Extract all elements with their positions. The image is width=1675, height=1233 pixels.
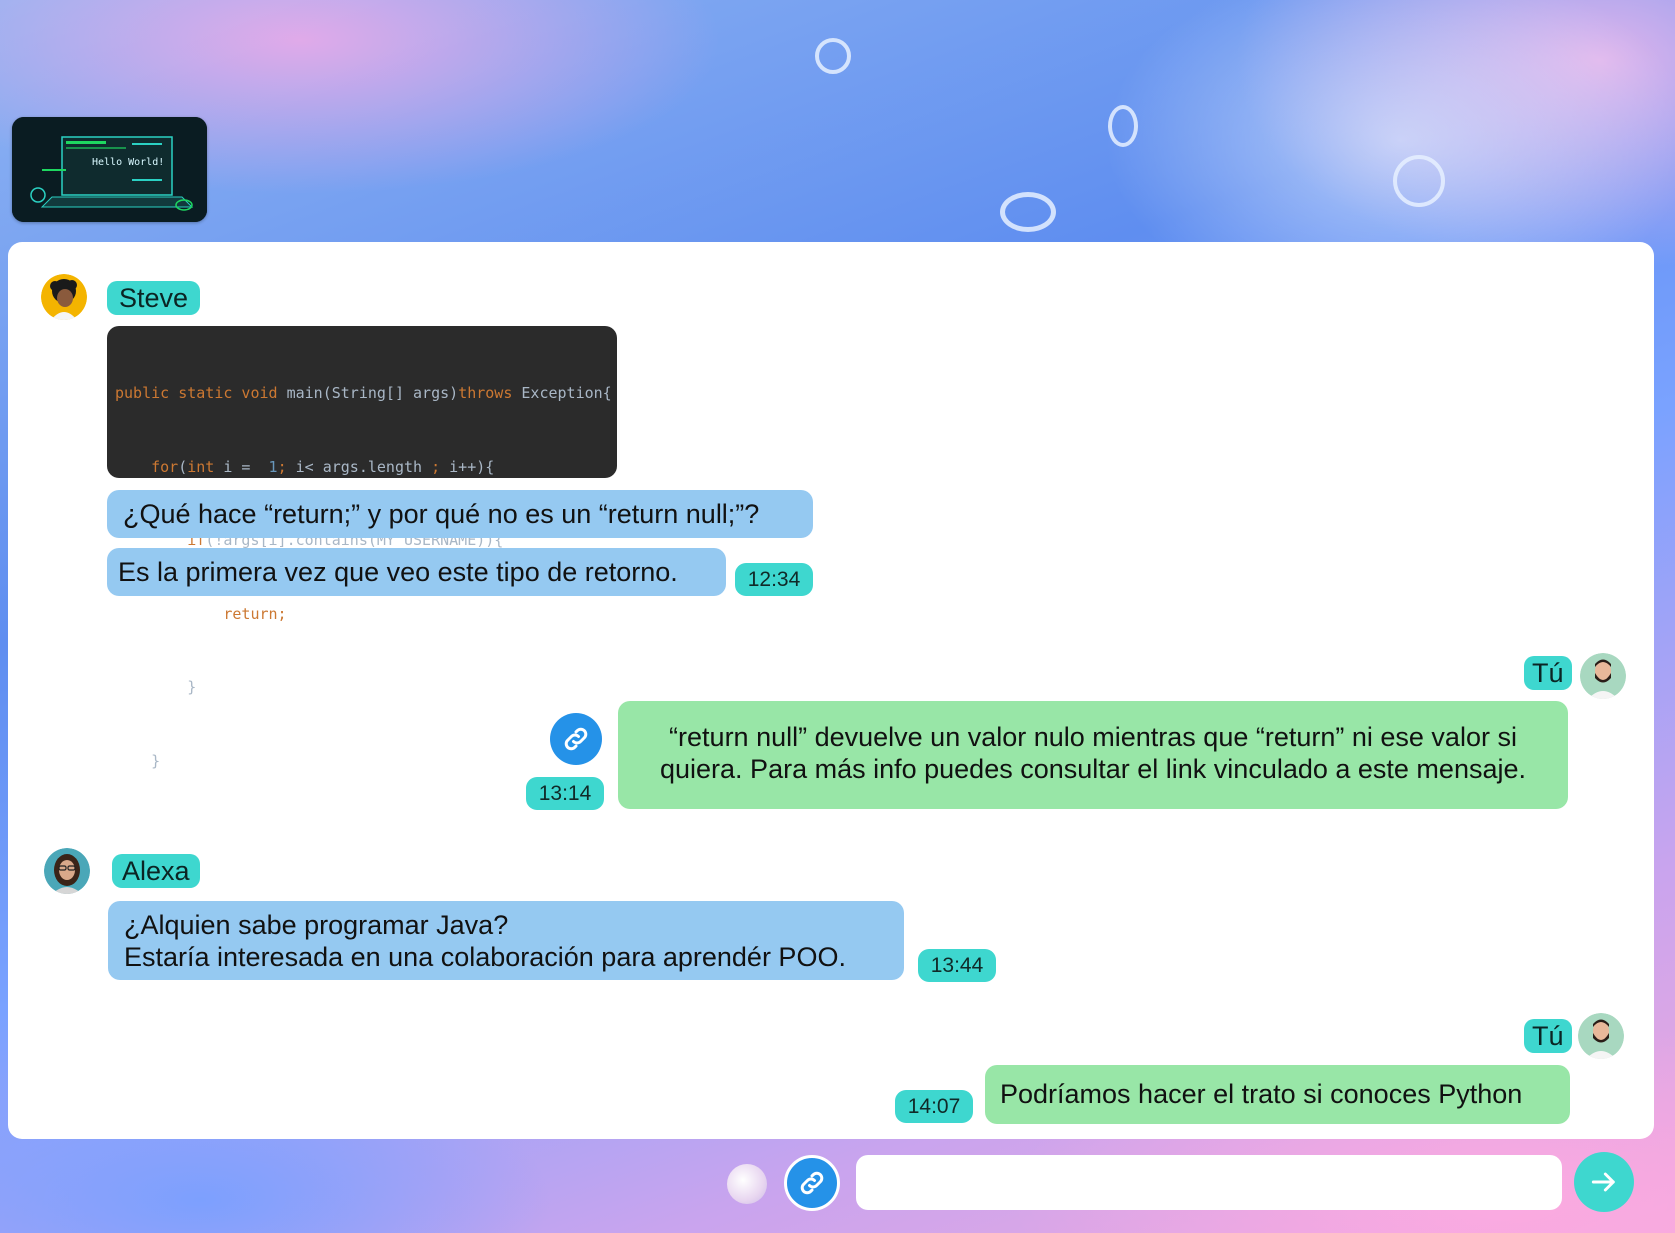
code-line-4: return;	[223, 604, 287, 623]
message-text: ¿Qué hace “return;” y por qué no es un “…	[123, 499, 760, 529]
svg-text:Hello World!: Hello World!	[92, 157, 164, 168]
message-bubble-me-2[interactable]: Podríamos hacer el trato si conoces Pyth…	[985, 1065, 1570, 1124]
alexa-avatar[interactable]	[44, 848, 90, 894]
background-bubble	[1108, 105, 1138, 147]
code-line-2: for(int i = 1; i< args.length ; i++){	[151, 457, 495, 476]
message-text-line-2: quiera. Para más info puedes consultar e…	[660, 754, 1526, 784]
sender-name-steve: Steve	[107, 281, 201, 315]
link-icon	[800, 1171, 824, 1195]
code-line-5: }	[115, 678, 197, 696]
chat-thumbnail[interactable]: Hello World!	[12, 117, 207, 222]
message-bubble-steve-2[interactable]: Es la primera vez que veo este tipo de r…	[107, 548, 726, 596]
timestamp: 13:44	[918, 949, 996, 982]
my-avatar[interactable]	[1580, 653, 1626, 699]
link-icon	[564, 727, 588, 751]
timestamp: 14:07	[895, 1090, 973, 1123]
code-line-1: public static void main(String[] args)th…	[115, 384, 612, 402]
code-snippet: public static void main(String[] args)th…	[107, 326, 617, 770]
message-input[interactable]	[856, 1155, 1562, 1210]
chat-panel[interactable]: Steve public static void main(String[] a…	[8, 242, 1654, 1139]
code-line-6: }	[115, 751, 161, 770]
sender-name-alexa: Alexa	[112, 854, 200, 888]
emoji-button[interactable]	[727, 1164, 767, 1204]
background-bubble	[815, 38, 851, 74]
attach-link-button[interactable]	[784, 1155, 840, 1211]
background-bubble	[1000, 192, 1056, 232]
hello-world-laptop-image: Hello World!	[12, 117, 207, 222]
message-bubble-alexa[interactable]: ¿Alquien sabe programar Java? Estaría in…	[108, 901, 904, 980]
steve-avatar[interactable]	[41, 274, 87, 320]
sender-name-me: Tú	[1524, 1019, 1572, 1053]
send-button[interactable]	[1574, 1152, 1634, 1212]
arrow-right-icon	[1591, 1172, 1615, 1192]
attached-link-button[interactable]	[550, 713, 602, 765]
timestamp: 13:14	[526, 777, 604, 810]
message-text: Es la primera vez que veo este tipo de r…	[118, 557, 678, 587]
message-text-line-1: “return null” devuelve un valor nulo mie…	[669, 722, 1517, 752]
message-text-line-2: Estaría interesada en una colaboración p…	[124, 942, 846, 972]
message-text-line-1: ¿Alquien sabe programar Java?	[124, 910, 509, 940]
message-bubble-me-1[interactable]: “return null” devuelve un valor nulo mie…	[618, 701, 1568, 809]
sender-name-me: Tú	[1524, 656, 1572, 690]
background-bubble	[1393, 155, 1445, 207]
message-text: Podríamos hacer el trato si conoces Pyth…	[1000, 1079, 1523, 1109]
my-avatar[interactable]	[1578, 1013, 1624, 1059]
message-bubble-steve-1[interactable]: ¿Qué hace “return;” y por qué no es un “…	[107, 490, 813, 538]
timestamp: 12:34	[735, 563, 813, 596]
